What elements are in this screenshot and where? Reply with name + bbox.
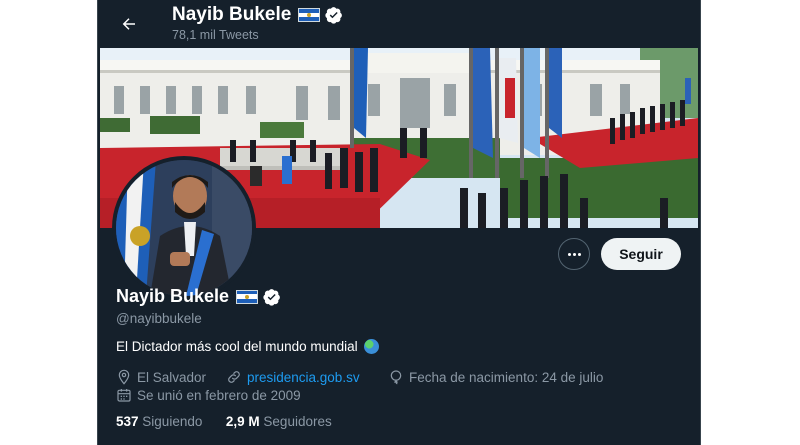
el-salvador-flag-icon: [236, 289, 259, 304]
arrow-left-icon: [122, 18, 135, 30]
birthday-item: Fecha de nacimiento: 24 de julio: [388, 369, 603, 385]
website-item: presidencia.gob.sv: [226, 369, 360, 385]
el-salvador-flag-icon: [298, 8, 321, 22]
profile-avatar[interactable]: [112, 156, 256, 300]
follow-button[interactable]: Seguir: [601, 238, 681, 270]
profile-bio: El Dictador más cool del mundo mundial: [116, 339, 379, 354]
globe-emoji-icon: [363, 339, 379, 354]
verified-badge-icon: [325, 7, 343, 24]
followers-count: 2,9 M: [225, 414, 260, 429]
birthday-text: Fecha de nacimiento: 24 de julio: [409, 369, 604, 385]
profile-handle: @nayibbukele: [116, 311, 202, 326]
header-name: Nayib Bukele: [172, 4, 292, 25]
avatar-photo: [116, 160, 252, 296]
verified-badge-icon: [263, 288, 280, 306]
profile-name-row: Nayib Bukele: [116, 286, 281, 307]
profile-name: Nayib Bukele: [116, 286, 230, 306]
followers-stat[interactable]: 2,9 M Seguidores: [226, 414, 332, 429]
profile-header: Nayib Bukele 78,1 mil Tweets: [98, 0, 700, 48]
joined-item: Se unió en febrero de 2009: [116, 387, 301, 403]
back-button[interactable]: [112, 7, 146, 41]
location-text: El Salvador: [137, 369, 207, 385]
balloon-icon: [390, 370, 402, 385]
profile-column: Nayib Bukele 78,1 mil Tweets Seguir Nayi…: [98, 0, 700, 445]
header-title: Nayib Bukele: [172, 4, 343, 26]
following-label: Siguiendo: [142, 414, 203, 429]
followers-label: Seguidores: [263, 414, 332, 429]
tweet-count: 78,1 mil Tweets: [172, 28, 259, 42]
follow-stats: 537 Siguiendo 2,9 M Seguidores: [116, 414, 332, 429]
calendar-icon: [117, 389, 131, 402]
location-pin-icon: [118, 369, 130, 385]
right-border: [700, 0, 701, 445]
location-item: El Salvador: [116, 369, 206, 385]
more-options-button[interactable]: [558, 238, 590, 270]
following-count: 537: [116, 414, 139, 429]
following-stat[interactable]: 537 Siguiendo: [116, 414, 206, 429]
joined-text: Se unió en febrero de 2009: [137, 387, 301, 403]
link-icon: [228, 371, 240, 383]
bio-text: El Dictador más cool del mundo mundial: [116, 339, 358, 354]
website-link[interactable]: presidencia.gob.sv: [247, 370, 360, 385]
